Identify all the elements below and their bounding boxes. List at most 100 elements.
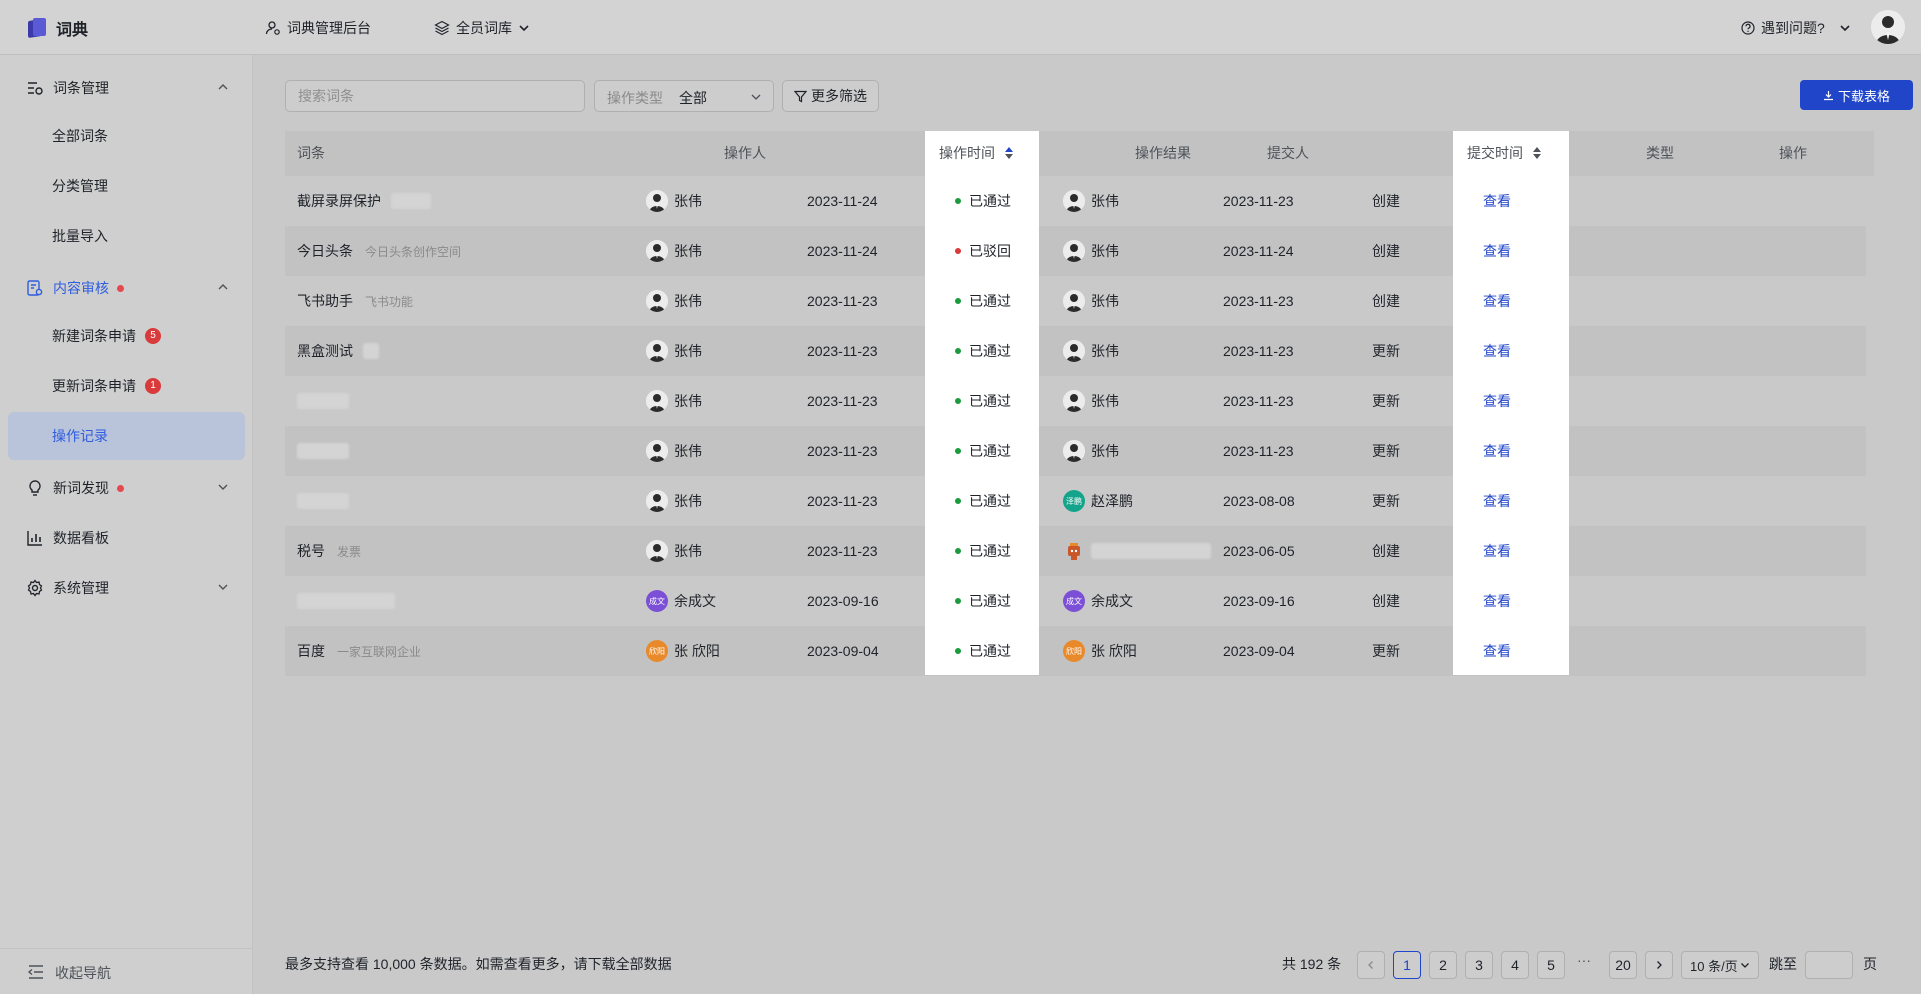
status-label: 已通过: [969, 543, 1011, 559]
person-photo-icon: [1063, 340, 1085, 362]
jump-page-input[interactable]: [1805, 951, 1853, 979]
app-title: 词典: [56, 22, 89, 39]
collapse-menu-icon: [27, 965, 43, 979]
term-cell: 百度 一家互联网企业: [297, 626, 421, 676]
sidebar-item-label: 全部词条: [52, 128, 108, 144]
view-link[interactable]: 查看: [1483, 526, 1511, 576]
main-content: 操作类型 全部 更多筛选 下载表格 词条 操作人 操作时间 操作结果 提交人 提…: [253, 55, 1921, 994]
sidebar-item-new-term-apply[interactable]: 新建词条申请 5: [8, 312, 245, 360]
page-size-select[interactable]: 10 条/页: [1681, 951, 1759, 979]
sidebar-item-category[interactable]: 分类管理: [8, 162, 245, 210]
table-row: 截屏录屏保护 张伟 2023-11-24 已通过 张伟 2023-11-23 创建 查看: [285, 176, 1866, 226]
app-logo[interactable]: 词典: [26, 16, 88, 40]
help-menu[interactable]: 遇到问题?: [1741, 0, 1851, 55]
admin-console-link[interactable]: 词典管理后台: [265, 0, 371, 55]
term-cell: [297, 576, 395, 626]
more-filters-button[interactable]: 更多筛选: [782, 80, 879, 112]
operator-name: 张伟: [674, 443, 702, 459]
sidebar-item-operation-log[interactable]: 操作记录: [8, 412, 245, 460]
submit-time: 2023-11-23: [1223, 393, 1294, 409]
sidebar-group-system[interactable]: 系统管理: [0, 562, 253, 612]
sidebar-group-label: 内容审核: [53, 280, 109, 296]
operation-time: 2023-11-23: [807, 293, 878, 309]
operator-name: 张伟: [674, 193, 702, 209]
page-size-label: 10 条/页: [1690, 958, 1738, 974]
column-header-type: 类型: [1646, 145, 1674, 161]
person-photo-icon: [646, 390, 668, 412]
view-link[interactable]: 查看: [1483, 576, 1511, 626]
operator-cell: 张伟: [646, 476, 702, 526]
page-button-1[interactable]: 1: [1393, 951, 1421, 979]
search-input[interactable]: [285, 80, 585, 112]
operation-time: 2023-09-16: [807, 593, 879, 609]
person-photo-icon: [646, 340, 668, 362]
sidebar-group-dashboard[interactable]: 数据看板: [0, 512, 253, 562]
term-cell: [297, 476, 349, 526]
column-header-op-time[interactable]: 操作时间: [939, 131, 1013, 176]
submitter-cell: 张伟: [1063, 276, 1119, 326]
view-link[interactable]: 查看: [1483, 276, 1511, 326]
sidebar-item-label: 新建词条申请: [52, 328, 136, 344]
sidebar-item-label: 批量导入: [52, 228, 108, 244]
term-cell: [297, 376, 349, 426]
status-dot: [955, 298, 961, 304]
sidebar-group-term-management[interactable]: 词条管理: [0, 62, 253, 112]
sidebar-group-content-review[interactable]: 内容审核: [0, 262, 253, 312]
prev-page-button[interactable]: [1357, 951, 1385, 979]
view-link[interactable]: 查看: [1483, 426, 1511, 476]
page-button-last[interactable]: 20: [1609, 951, 1637, 979]
table-row: 飞书助手 飞书功能 张伟 2023-11-23 已通过 张伟 2023-11-23 创建 查看: [285, 276, 1866, 326]
notification-dot: [117, 485, 124, 492]
operation-type-label: 操作类型: [607, 90, 663, 106]
status-label: 已通过: [969, 193, 1011, 209]
submitter-name: 张伟: [1091, 293, 1119, 309]
operator-name: 张伟: [674, 343, 702, 359]
next-page-button[interactable]: [1645, 951, 1673, 979]
sidebar-item-batch-import[interactable]: 批量导入: [8, 212, 245, 260]
help-circle-icon: [1741, 20, 1755, 35]
sidebar-item-label: 操作记录: [52, 428, 108, 444]
status-label: 已通过: [969, 493, 1011, 509]
column-header-sub-time[interactable]: 提交时间: [1467, 131, 1541, 176]
status-label: 已通过: [969, 393, 1011, 409]
operator-cell: 张伟: [646, 376, 702, 426]
user-avatar[interactable]: [1871, 10, 1905, 44]
redacted-text: [297, 443, 349, 459]
operation-result: 已通过: [955, 376, 1011, 426]
sidebar-group-new-word-discovery[interactable]: 新词发现: [0, 462, 253, 512]
layers-icon: [434, 20, 450, 35]
sidebar-item-update-term-apply[interactable]: 更新词条申请 1: [8, 362, 245, 410]
view-link[interactable]: 查看: [1483, 476, 1511, 526]
operator-name: 张伟: [674, 293, 702, 309]
operation-result: 已通过: [955, 426, 1011, 476]
submitter-name: 张 欣阳: [1091, 643, 1137, 659]
page-button-5[interactable]: 5: [1537, 951, 1565, 979]
view-link[interactable]: 查看: [1483, 376, 1511, 426]
status-dot: [955, 548, 961, 554]
download-table-button[interactable]: 下载表格: [1800, 80, 1913, 110]
redacted-text: [297, 593, 395, 609]
page-button-2[interactable]: 2: [1429, 951, 1457, 979]
submitter-name: 张伟: [1091, 243, 1119, 259]
operator-cell: 张伟: [646, 326, 702, 376]
table-row: 张伟 2023-11-23 已通过 泽鹏 赵泽鹏 2023-08-08 更新 查看: [285, 476, 1866, 526]
view-link[interactable]: 查看: [1483, 626, 1511, 676]
submitter-name: 张伟: [1091, 393, 1119, 409]
operation-type-select[interactable]: 操作类型 全部: [594, 80, 774, 112]
robot-avatar-icon: [1063, 540, 1085, 562]
sidebar-item-all-terms[interactable]: 全部词条: [8, 112, 245, 160]
view-link[interactable]: 查看: [1483, 226, 1511, 276]
library-switcher[interactable]: 全员词库: [434, 0, 530, 55]
submitter-cell: 泽鹏 赵泽鹏: [1063, 476, 1133, 526]
collapse-nav-button[interactable]: 收起导航: [0, 948, 253, 994]
table-row: 税号 发票 张伟 2023-11-23 已通过 2023-06-05 创建 查看: [285, 526, 1866, 576]
view-link[interactable]: 查看: [1483, 176, 1511, 226]
page-button-4[interactable]: 4: [1501, 951, 1529, 979]
status-label: 已通过: [969, 643, 1011, 659]
operation-result: 已通过: [955, 526, 1011, 576]
sort-icon: [1004, 147, 1013, 159]
page-button-3[interactable]: 3: [1465, 951, 1493, 979]
status-dot: [955, 448, 961, 454]
sidebar: 词条管理 全部词条 分类管理 批量导入 内容审核 新建词条申请 5 更新词条申请…: [0, 55, 253, 994]
view-link[interactable]: 查看: [1483, 326, 1511, 376]
